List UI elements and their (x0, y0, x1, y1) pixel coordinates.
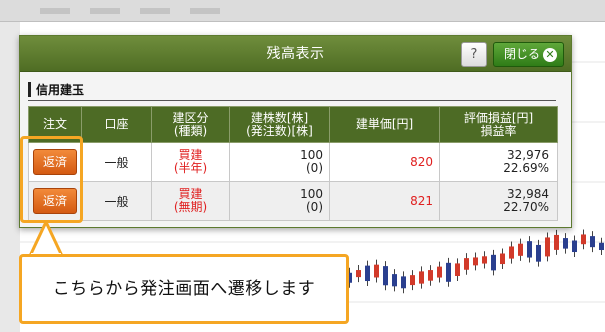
candle-body (482, 256, 487, 264)
header-type-line1: 建区分 (172, 110, 209, 125)
candle-body (401, 276, 406, 289)
candle-body (536, 244, 541, 262)
screen: 残高表示 ? 閉じる ✕ 信用建玉 注文 口座 建区分 (種類) 建株数[株] … (0, 0, 605, 332)
price-cell: 820 (329, 142, 440, 182)
price-cell: 821 (329, 181, 440, 221)
section-header: 信用建玉 (28, 81, 559, 101)
candle-body (356, 270, 361, 278)
candle-body (590, 236, 595, 248)
repay-highlight-box (20, 136, 83, 223)
header-price: 建単価[円] (329, 106, 440, 143)
table-row: 返済 一般 買建 (半年) 100 (0) 820 32,976 22.69% (28, 142, 558, 182)
candle-body (563, 238, 568, 249)
header-pl-line2: 損益率 (480, 123, 517, 138)
candle-body (410, 275, 415, 286)
background-sidebar (0, 22, 20, 332)
modal-header: 残高表示 ? 閉じる ✕ (20, 36, 571, 72)
pl-rate: 22.70% (503, 200, 549, 214)
candle-body (473, 257, 478, 266)
margin-positions-table: 注文 口座 建区分 (種類) 建株数[株] (発注数)[株] 建単価[円] 評価… (28, 106, 558, 221)
section-marker (28, 82, 31, 97)
pending-qty: (0) (306, 200, 323, 214)
candle-body (428, 270, 433, 281)
account-cell: 一般 (81, 142, 152, 182)
candle-body (383, 266, 388, 286)
section-title: 信用建玉 (36, 83, 85, 97)
candle-body (374, 264, 379, 278)
type-cell: 買建 (半年) (151, 142, 230, 182)
header-account: 口座 (81, 106, 152, 143)
header-qty: 建株数[株] (発注数)[株] (229, 106, 330, 143)
qty-cell: 100 (0) (229, 181, 330, 221)
candle-body (455, 263, 460, 276)
close-button-label: 閉じる (504, 47, 541, 61)
candle-body (500, 253, 505, 265)
section-divider (28, 100, 556, 101)
candle-body (392, 274, 397, 287)
header-qty-line2: (発注数)[株] (246, 123, 313, 138)
position-term: (無期) (173, 200, 208, 214)
type-cell: 買建 (無期) (151, 181, 230, 221)
position-term: (半年) (173, 161, 208, 175)
header-qty-line1: 建株数[株] (250, 110, 309, 125)
help-button[interactable]: ? (461, 42, 487, 67)
background-toolbar (0, 0, 605, 22)
account-cell: 一般 (81, 181, 152, 221)
candle-body (446, 262, 451, 282)
candle-body (509, 246, 514, 259)
pending-qty: (0) (306, 161, 323, 175)
modal-title: 残高表示 (266, 46, 325, 62)
close-circle-icon: ✕ (543, 48, 557, 62)
candle-body (572, 240, 577, 253)
candle-body (554, 234, 559, 250)
header-pl-line1: 評価損益[円] (463, 110, 534, 125)
header-type: 建区分 (種類) (151, 106, 230, 143)
candle-body (437, 266, 442, 278)
qty-cell: 100 (0) (229, 142, 330, 182)
header-pl: 評価損益[円] 損益率 (439, 106, 558, 143)
candle-body (419, 271, 424, 284)
balance-modal: 残高表示 ? 閉じる ✕ 信用建玉 注文 口座 建区分 (種類) 建株数[株] … (19, 35, 572, 228)
candle-body (518, 243, 523, 256)
candle-body (464, 258, 469, 270)
instruction-callout: こちらから発注画面へ遷移します (19, 254, 349, 324)
candle-body (491, 254, 496, 271)
candle-body (527, 241, 532, 258)
table-row: 返済 一般 買建 (無期) 100 (0) 821 32,984 22.70% (28, 181, 558, 221)
candle-body (599, 242, 604, 251)
pl-cell: 32,976 22.69% (439, 142, 558, 182)
callout-pointer (28, 222, 65, 258)
pl-rate: 22.69% (503, 161, 549, 175)
table-header-row: 注文 口座 建区分 (種類) 建株数[株] (発注数)[株] 建単価[円] 評価… (28, 106, 558, 143)
header-type-line2: (種類) (173, 123, 208, 138)
callout-text: こちらから発注画面へ遷移します (52, 279, 316, 299)
close-button[interactable]: 閉じる ✕ (493, 42, 564, 67)
pl-cell: 32,984 22.70% (439, 181, 558, 221)
candle-body (365, 265, 370, 282)
candle-body (545, 237, 550, 257)
candle-body (581, 234, 586, 245)
